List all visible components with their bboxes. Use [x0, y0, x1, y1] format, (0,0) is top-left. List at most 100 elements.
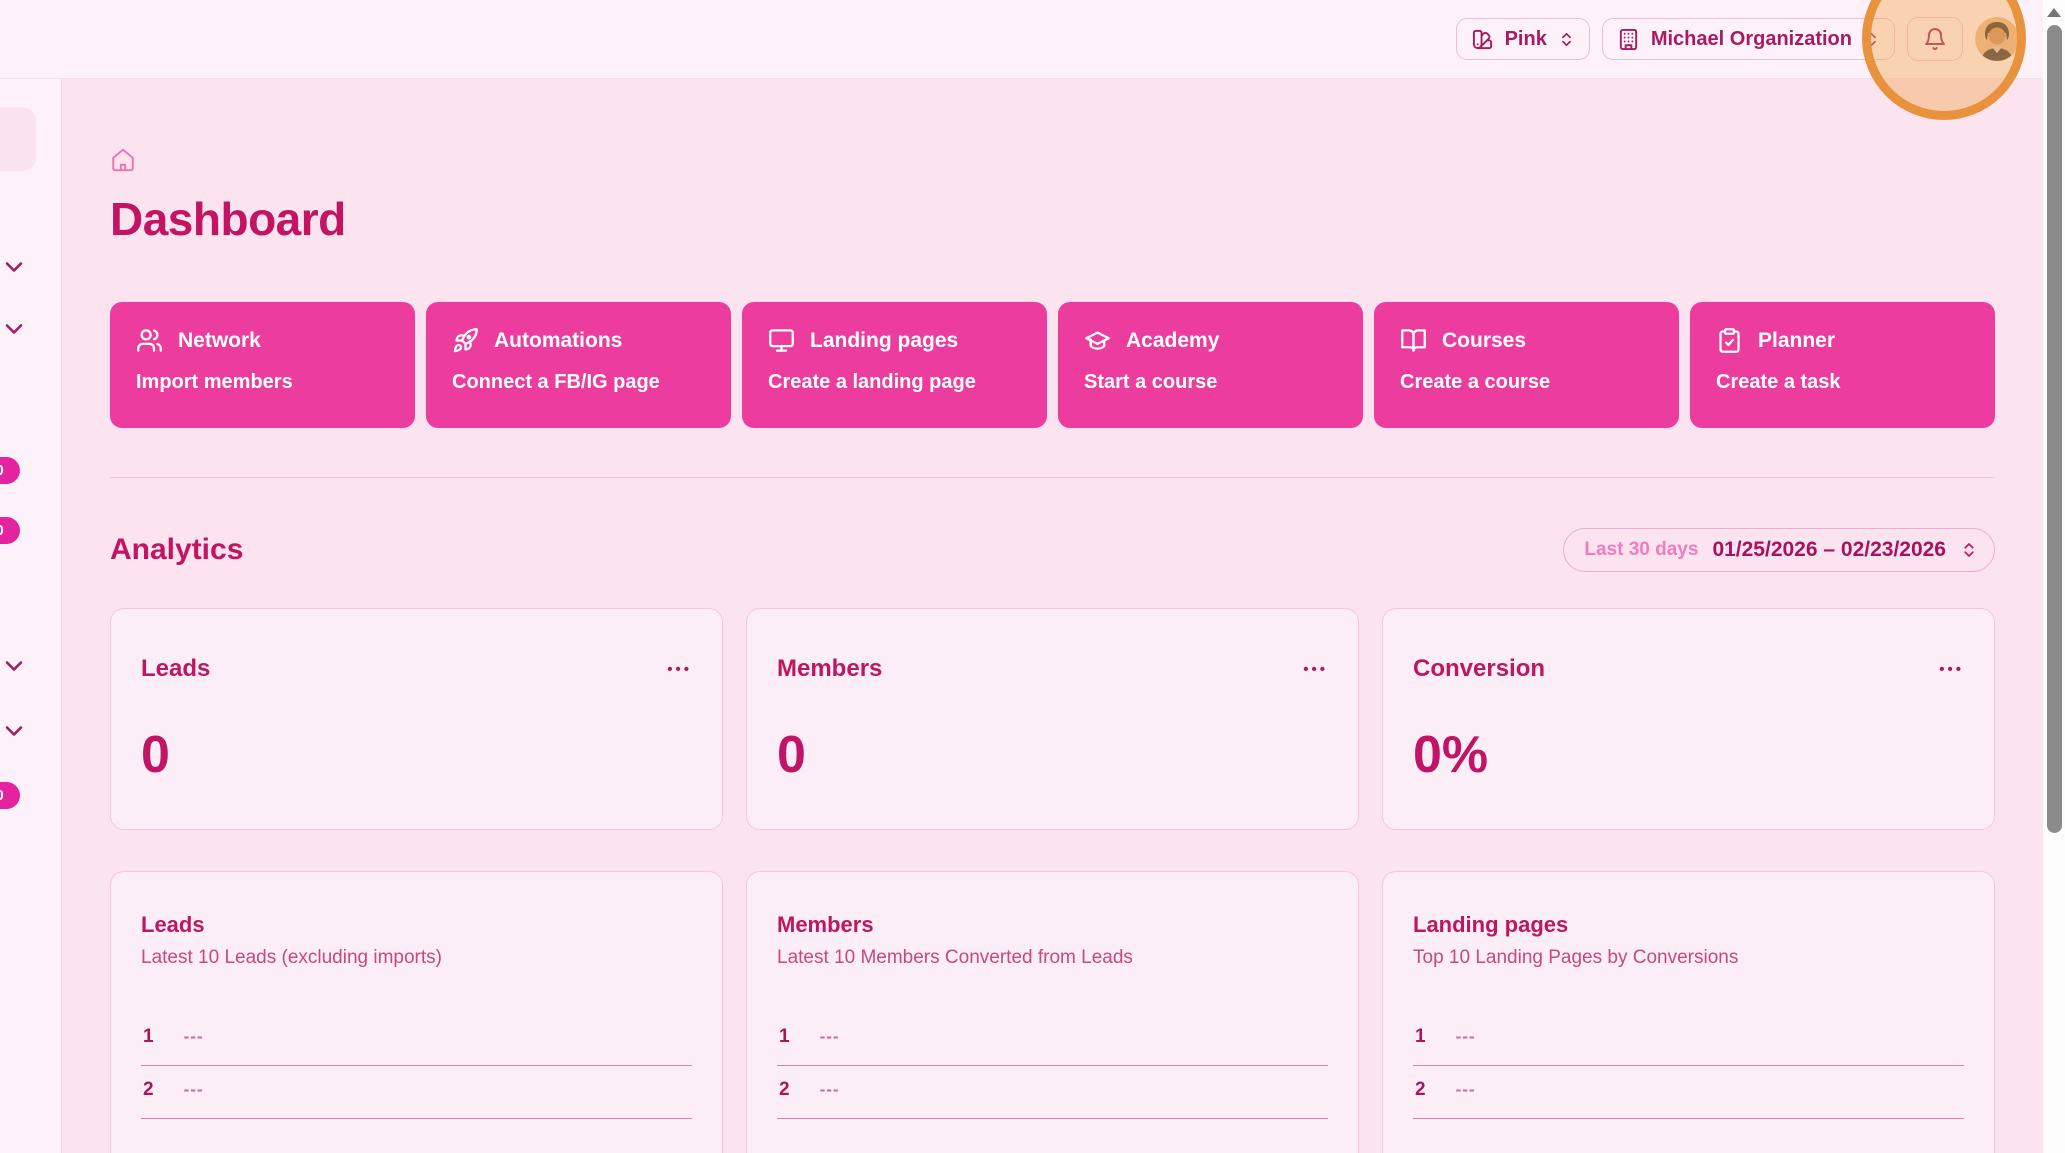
stat-card-members: Members ••• 0	[746, 608, 1359, 830]
stat-value: 0	[777, 725, 1328, 785]
clipboard-check-icon	[1716, 327, 1743, 354]
quick-action-academy[interactable]: Academy Start a course	[1058, 302, 1363, 428]
quick-action-subtitle: Create a course	[1400, 371, 1653, 394]
stat-card-leads: Leads ••• 0	[110, 608, 723, 830]
organization-select[interactable]: Michael Organization	[1602, 18, 1895, 60]
stat-card-conversion: Conversion ••• 0%	[1382, 608, 1995, 830]
list-item: 2 ---	[141, 1066, 692, 1119]
stat-value: 0	[141, 725, 692, 785]
ellipsis-menu-icon[interactable]: •••	[1939, 662, 1964, 677]
home-breadcrumb[interactable]	[110, 147, 136, 173]
row-value: ---	[1456, 1080, 1476, 1100]
scrollbar-thumb[interactable]	[2047, 25, 2062, 833]
count-badge[interactable]: 0	[0, 782, 20, 809]
stats-row: Leads ••• 0 Members ••• 0 Conversion •••…	[110, 608, 1995, 830]
chevron-updown-icon	[1863, 31, 1880, 48]
date-range-value: 01/25/2026 – 02/23/2026	[1712, 538, 1946, 562]
quick-action-subtitle: Start a course	[1084, 371, 1337, 394]
quick-action-network[interactable]: Network Import members	[110, 302, 415, 428]
top-bar: Pink Michael Organization	[0, 0, 2043, 79]
quick-action-title: Planner	[1758, 329, 1835, 353]
list-item: 2 ---	[777, 1066, 1328, 1119]
count-badge[interactable]: 0	[0, 517, 20, 544]
row-index: 1	[779, 1026, 790, 1048]
graduation-cap-icon	[1084, 327, 1111, 354]
building-icon	[1617, 28, 1640, 51]
bell-icon	[1923, 27, 1947, 51]
stat-title: Leads	[141, 655, 210, 683]
main-content: Dashboard Network Import members	[62, 79, 2043, 1153]
row-index: 1	[1415, 1026, 1426, 1048]
list-card-landing-pages: Landing pages Top 10 Landing Pages by Co…	[1382, 871, 1995, 1153]
scrollbar[interactable]	[2043, 0, 2065, 1153]
row-value: ---	[820, 1027, 840, 1047]
chevron-down-icon[interactable]	[0, 652, 28, 680]
list-card-leads: Leads Latest 10 Leads (excluding imports…	[110, 871, 723, 1153]
quick-action-title: Courses	[1442, 329, 1526, 353]
row-value: ---	[184, 1027, 204, 1047]
chevron-down-icon[interactable]	[0, 253, 28, 281]
list-item: 2 ---	[1413, 1066, 1964, 1119]
quick-action-subtitle: Create a task	[1716, 371, 1969, 394]
list-card-members: Members Latest 10 Members Converted from…	[746, 871, 1359, 1153]
scroll-up-arrow-icon[interactable]	[2047, 8, 2061, 17]
list-item: 1 ---	[141, 1013, 692, 1066]
user-avatar[interactable]	[1975, 17, 2019, 61]
quick-actions-row: Network Import members Automations Conne…	[110, 302, 1995, 428]
list-title: Leads	[141, 912, 692, 938]
chevron-updown-icon	[1960, 541, 1978, 559]
row-value: ---	[1456, 1027, 1476, 1047]
swatch-book-icon	[1471, 28, 1494, 51]
page-title: Dashboard	[110, 192, 1995, 246]
list-subtitle: Latest 10 Members Converted from Leads	[777, 947, 1328, 969]
theme-select[interactable]: Pink	[1456, 18, 1590, 60]
chevron-updown-icon	[1558, 31, 1575, 48]
quick-action-landing-pages[interactable]: Landing pages Create a landing page	[742, 302, 1047, 428]
lists-row: Leads Latest 10 Leads (excluding imports…	[110, 871, 1995, 1153]
sidebar-item-active[interactable]	[0, 107, 36, 171]
organization-select-label: Michael Organization	[1651, 28, 1852, 51]
date-range-preset: Last 30 days	[1584, 539, 1698, 561]
quick-action-subtitle: Create a landing page	[768, 371, 1021, 394]
row-value: ---	[820, 1080, 840, 1100]
quick-action-subtitle: Connect a FB/IG page	[452, 371, 705, 394]
quick-action-title: Academy	[1126, 329, 1219, 353]
users-icon	[136, 327, 163, 354]
quick-action-subtitle: Import members	[136, 371, 389, 394]
book-open-icon	[1400, 327, 1427, 354]
stat-title: Conversion	[1413, 655, 1545, 683]
section-divider	[110, 477, 1995, 478]
stat-value: 0%	[1413, 725, 1964, 785]
chevron-down-icon[interactable]	[0, 315, 28, 343]
date-range-select[interactable]: Last 30 days 01/25/2026 – 02/23/2026	[1563, 528, 1995, 572]
chevron-down-icon[interactable]	[0, 717, 28, 745]
stat-title: Members	[777, 655, 882, 683]
ellipsis-menu-icon[interactable]: •••	[1303, 662, 1328, 677]
rocket-icon	[452, 327, 479, 354]
quick-action-planner[interactable]: Planner Create a task	[1690, 302, 1995, 428]
list-item: 1 ---	[777, 1013, 1328, 1066]
list-subtitle: Top 10 Landing Pages by Conversions	[1413, 947, 1964, 969]
home-icon	[110, 147, 136, 173]
row-value: ---	[184, 1080, 204, 1100]
quick-action-title: Automations	[494, 329, 622, 353]
row-index: 2	[779, 1079, 790, 1101]
quick-action-title: Network	[178, 329, 261, 353]
monitor-icon	[768, 327, 795, 354]
row-index: 2	[143, 1079, 154, 1101]
theme-select-label: Pink	[1505, 28, 1547, 51]
analytics-title: Analytics	[110, 533, 243, 567]
sidebar: 0 0 0	[0, 79, 62, 1153]
row-index: 1	[143, 1026, 154, 1048]
list-subtitle: Latest 10 Leads (excluding imports)	[141, 947, 692, 969]
quick-action-title: Landing pages	[810, 329, 958, 353]
ellipsis-menu-icon[interactable]: •••	[667, 662, 692, 677]
quick-action-automations[interactable]: Automations Connect a FB/IG page	[426, 302, 731, 428]
list-item: 1 ---	[1413, 1013, 1964, 1066]
list-title: Landing pages	[1413, 912, 1964, 938]
count-badge[interactable]: 0	[0, 457, 20, 484]
notifications-button[interactable]	[1907, 17, 1963, 61]
list-title: Members	[777, 912, 1328, 938]
row-index: 2	[1415, 1079, 1426, 1101]
quick-action-courses[interactable]: Courses Create a course	[1374, 302, 1679, 428]
